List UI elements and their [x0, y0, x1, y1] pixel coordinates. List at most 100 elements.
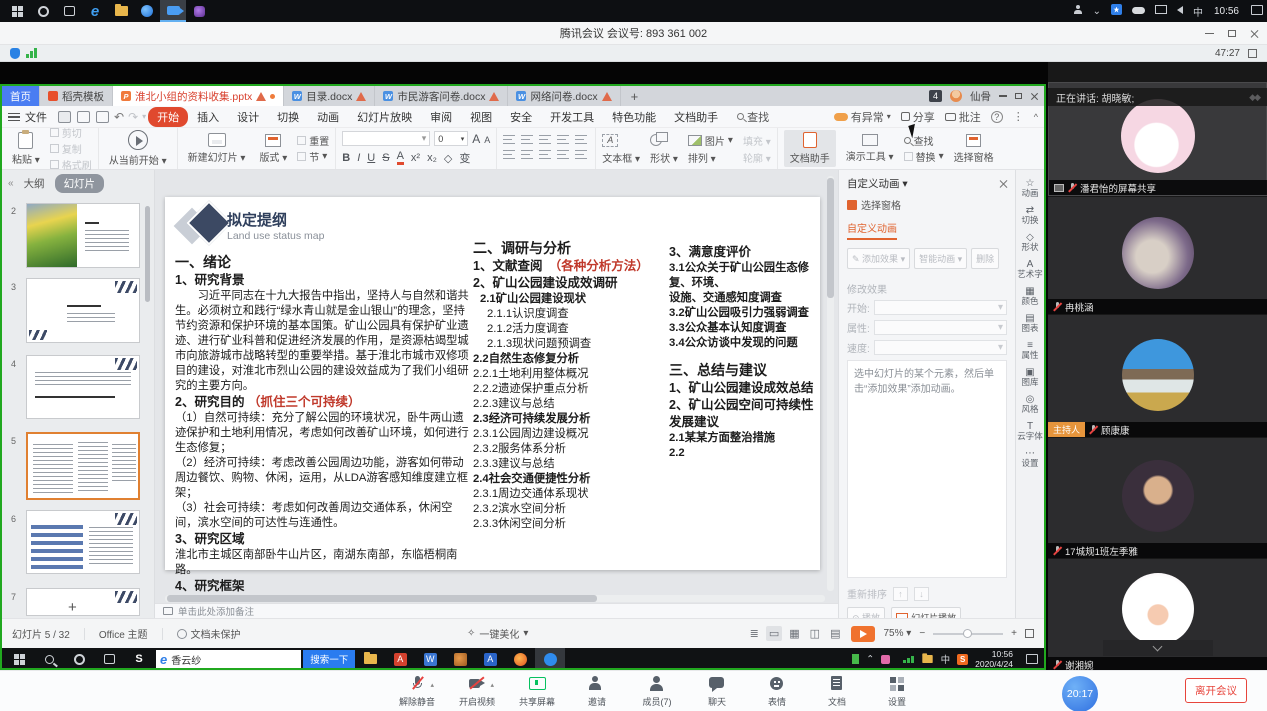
sogou-icon[interactable]: S — [957, 654, 968, 665]
edge-icon[interactable]: e — [82, 0, 108, 22]
document-protection[interactable]: 文档未保护 — [177, 626, 241, 641]
menu-tab[interactable]: 幻灯片放映 — [348, 107, 421, 127]
adobe-app-icon[interactable]: A — [385, 648, 415, 670]
hamburger-icon[interactable] — [8, 113, 20, 121]
format-mark-button[interactable]: x₂ — [427, 152, 437, 164]
menu-tab[interactable]: 插入 — [188, 107, 228, 127]
numbered-list-icon[interactable] — [521, 135, 533, 144]
speaker-icon[interactable] — [1177, 6, 1183, 17]
meeting-app-icon[interactable] — [160, 0, 186, 22]
replace-button[interactable]: 替换 ▾ — [904, 149, 944, 164]
collapse-ribbon-icon[interactable]: ^ — [1034, 112, 1038, 122]
tab-count-badge[interactable]: 4 — [929, 90, 942, 102]
slideshow-button[interactable] — [851, 626, 875, 642]
arrange-button[interactable]: 排列 ▾ — [688, 150, 733, 165]
slide-thumbnail-7[interactable] — [26, 588, 140, 616]
browser-app-icon[interactable] — [134, 0, 160, 22]
minimize-icon[interactable] — [1205, 33, 1214, 35]
tab-document[interactable]: W 目录.docx — [284, 86, 375, 106]
meeting-control-button[interactable]: ▴ 开启视频 — [455, 675, 499, 708]
line-spacing-icon[interactable] — [575, 135, 587, 144]
print-icon[interactable] — [77, 111, 90, 123]
wifi-icon[interactable] — [903, 656, 914, 663]
textbox-button[interactable]: 文本框 ▾ — [602, 150, 640, 165]
meeting-control-button[interactable]: 共享屏幕 — [515, 675, 559, 708]
task-view-icon[interactable] — [56, 0, 82, 22]
thumbnail-scrollbar[interactable] — [145, 206, 150, 302]
slide-thumbnail-3[interactable] — [26, 278, 140, 343]
delete-effect-button[interactable]: 删除 — [971, 248, 999, 269]
menu-tab[interactable]: 动画 — [308, 107, 348, 127]
meeting-control-button[interactable]: 文档 — [815, 675, 859, 708]
menu-tab[interactable]: 审阅 — [421, 107, 461, 127]
action-center-icon[interactable] — [1026, 654, 1038, 664]
edge-search-box[interactable]: e 香云纱 — [156, 650, 301, 668]
comment-button[interactable]: 批注 — [945, 109, 981, 125]
format-mark-button[interactable]: A — [397, 151, 404, 165]
sync-abnormal-button[interactable]: 有异常▾ — [834, 109, 891, 125]
meeting-control-button[interactable]: 成员(7) — [635, 675, 679, 708]
right-strip-item[interactable]: ⋯ 设置 — [1016, 446, 1044, 470]
ai-app-icon[interactable]: A — [475, 648, 505, 670]
move-down-button[interactable]: ↓ — [914, 587, 929, 601]
align-left-icon[interactable] — [503, 150, 515, 159]
participant-tile-host[interactable]: 主持人 顾康康 — [1048, 315, 1267, 437]
tray-chevron-icon[interactable]: ⌃ — [866, 654, 874, 665]
close-icon[interactable] — [1250, 29, 1259, 38]
add-slide-button[interactable]: + — [68, 599, 77, 616]
zoom-slider[interactable] — [933, 633, 1003, 635]
purple-app-icon[interactable] — [186, 0, 212, 22]
more-commands-icon[interactable]: ▾ — [142, 112, 146, 121]
right-strip-item[interactable]: ▣ 图库 — [1016, 365, 1044, 389]
format-mark-button[interactable]: 变 — [459, 150, 470, 166]
meeting-control-button[interactable]: 邀请 — [575, 675, 619, 708]
cortana-icon[interactable] — [30, 0, 56, 22]
menu-tab[interactable]: 开发工具 — [541, 107, 603, 127]
tab-document[interactable]: W 市民游客问卷.docx — [375, 86, 508, 106]
right-strip-item[interactable]: ☆ 动画 — [1016, 176, 1044, 200]
shapes-icon[interactable] — [650, 134, 662, 146]
property-select[interactable]: ▾ — [874, 320, 1007, 335]
menu-tab[interactable]: 设计 — [228, 107, 268, 127]
pink-app-icon[interactable] — [881, 655, 890, 664]
tab-document-active[interactable]: P 淮北小组的资料收集.pptx — [113, 86, 284, 106]
right-strip-item[interactable]: ◎ 风格 — [1016, 392, 1044, 416]
font-size-select[interactable]: 0▾ — [434, 131, 468, 146]
indent-increase-icon[interactable] — [557, 135, 569, 144]
meeting-control-button[interactable]: 设置 — [875, 675, 919, 708]
user-name[interactable]: 仙骨 — [970, 89, 991, 104]
animation-list[interactable]: 选中幻灯片的某个元素，然后单击“添加效果”添加动画。 — [847, 360, 1007, 578]
picture-button[interactable]: 图片 ▾ — [688, 133, 733, 148]
layout-button[interactable]: 版式 ▾ — [255, 134, 291, 164]
view-mode-icon[interactable]: ▤ — [827, 626, 843, 641]
start-select[interactable]: ▾ — [874, 300, 1007, 315]
move-up-button[interactable]: ↑ — [893, 587, 908, 601]
orange-app-icon[interactable] — [445, 648, 475, 670]
cortana-icon[interactable] — [64, 648, 94, 670]
ime-indicator[interactable]: 中 — [941, 652, 951, 666]
file-menu[interactable]: 文件 — [25, 109, 47, 125]
right-strip-item[interactable]: ⇄ 切换 — [1016, 203, 1044, 227]
more-icon[interactable]: ⋮ — [1013, 110, 1024, 123]
tab-outline[interactable]: 大纲 — [24, 176, 45, 191]
search-icon[interactable] — [34, 648, 64, 670]
preview-icon[interactable] — [96, 111, 109, 123]
fullscreen-icon[interactable] — [1248, 49, 1257, 58]
right-strip-item[interactable]: ≡ 属性 — [1016, 338, 1044, 362]
taskbar-clock[interactable]: 10:562020/4/24 — [975, 649, 1013, 669]
leave-meeting-button[interactable]: 离开会议 — [1185, 678, 1247, 703]
user-avatar[interactable] — [950, 90, 962, 102]
justify-icon[interactable] — [557, 150, 569, 159]
task-view-icon[interactable] — [94, 648, 124, 670]
collapse-panel-icon[interactable]: « — [8, 178, 14, 189]
wps-maximize-icon[interactable] — [1015, 93, 1022, 99]
format-mark-button[interactable]: x² — [411, 152, 420, 164]
right-strip-item[interactable]: ◇ 形状 — [1016, 230, 1044, 254]
redo-icon[interactable]: ↷ — [128, 110, 138, 124]
slide-thumbnail-6[interactable] — [26, 510, 140, 574]
theme-name[interactable]: Office 主题 — [99, 626, 148, 641]
slide-thumbnail-5-selected[interactable] — [26, 432, 140, 500]
participant-tile[interactable]: 冉桃涵 — [1048, 197, 1267, 314]
right-strip-item[interactable]: ▦ 颜色 — [1016, 284, 1044, 308]
shape-button[interactable]: 形状 ▾ — [650, 150, 678, 165]
